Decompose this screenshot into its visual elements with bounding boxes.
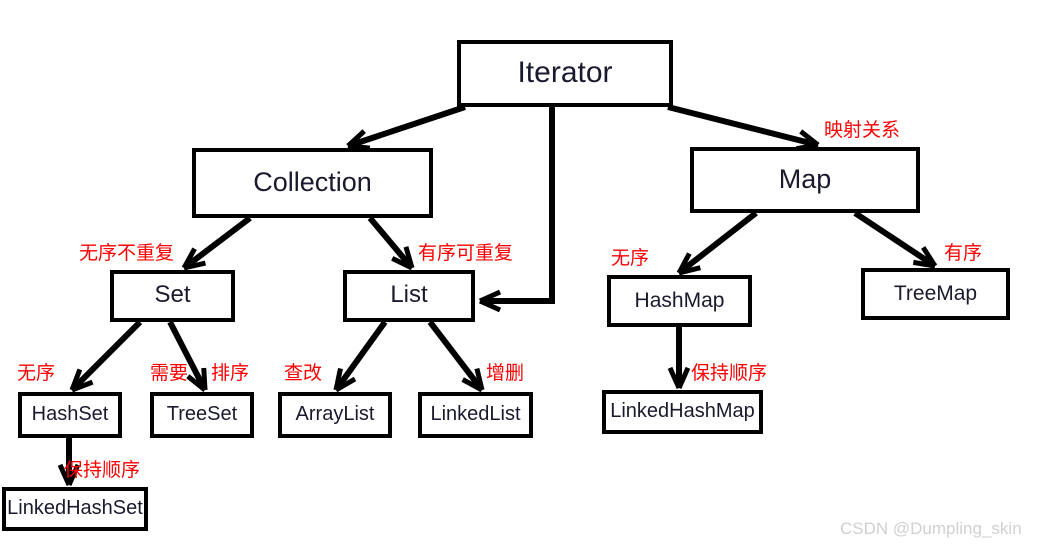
node-label-collection: Collection	[253, 166, 372, 197]
node-list[interactable]: List	[343, 270, 475, 322]
annotation-list-ordered: 有序可重复	[418, 242, 514, 264]
node-label-iterator: Iterator	[517, 55, 613, 89]
annotation-lhs-keeporder: 保持顺序	[64, 459, 141, 481]
node-label-linkedlist: LinkedList	[430, 403, 521, 425]
edge-iterator-to-collection	[346, 104, 466, 151]
edge-set-to-hashset	[69, 319, 143, 393]
annotation-set-unordered: 无序不重复	[79, 242, 175, 264]
node-treeset[interactable]: TreeSet	[150, 392, 254, 438]
node-hashset[interactable]: HashSet	[18, 392, 122, 438]
node-set[interactable]: Set	[110, 270, 235, 322]
node-label-map: Map	[778, 163, 832, 194]
edge-iterator-to-list	[478, 107, 555, 313]
annotation-lhm-keeporder: 保持顺序	[691, 362, 768, 384]
edge-map-to-hashmap	[676, 210, 758, 276]
node-linkedhashset[interactable]: LinkedHashSet	[2, 487, 148, 531]
node-iterator[interactable]: Iterator	[457, 40, 673, 107]
node-label-linkedhashset: LinkedHashSet	[7, 497, 143, 519]
annotation-map-mapping: 映射关系	[824, 119, 901, 141]
node-collection[interactable]: Collection	[192, 148, 433, 218]
edge-iterator-to-map	[667, 104, 820, 152]
node-linkedlist[interactable]: LinkedList	[418, 392, 533, 438]
annotation-treeset-sort: 排序	[211, 362, 250, 384]
diagram-canvas: Iterator Collection Map Set List HashMap TreeM…	[0, 0, 1050, 551]
edge-collection-to-list	[367, 216, 415, 271]
node-label-hashset: HashSet	[31, 403, 109, 425]
node-label-set: Set	[154, 281, 191, 308]
node-treemap[interactable]: TreeMap	[861, 268, 1010, 320]
node-label-arraylist: ArrayList	[295, 403, 375, 425]
annotation-arraylist-readmod: 查改	[284, 362, 323, 384]
edge-map-to-treemap	[853, 210, 938, 269]
node-label-list: List	[390, 281, 428, 308]
annotation-hashset-unordered: 无序	[17, 362, 56, 384]
node-label-treemap: TreeMap	[893, 281, 978, 305]
annotation-treemap-ordered: 有序	[944, 242, 983, 264]
annotation-linkedlist-addel: 增删	[486, 362, 525, 384]
node-label-treeset: TreeSet	[166, 403, 238, 425]
node-linkedhashmap[interactable]: LinkedHashMap	[602, 390, 763, 434]
edge-hashmap-to-lhm	[667, 327, 691, 390]
edge-list-to-linkedlist	[427, 320, 485, 393]
node-arraylist[interactable]: ArrayList	[278, 392, 392, 438]
edge-list-to-arraylist	[333, 320, 388, 393]
edge-collection-to-set	[181, 215, 252, 271]
node-label-linkedhashmap: LinkedHashMap	[610, 400, 755, 422]
annotation-treeset-need: 需要	[150, 362, 189, 384]
node-map[interactable]: Map	[690, 147, 920, 213]
node-hashmap[interactable]: HashMap	[607, 275, 752, 327]
node-label-hashmap: HashMap	[634, 288, 725, 312]
watermark: CSDN @Dumpling_skin	[840, 519, 1022, 538]
annotation-hashmap-unordered: 无序	[611, 247, 650, 269]
